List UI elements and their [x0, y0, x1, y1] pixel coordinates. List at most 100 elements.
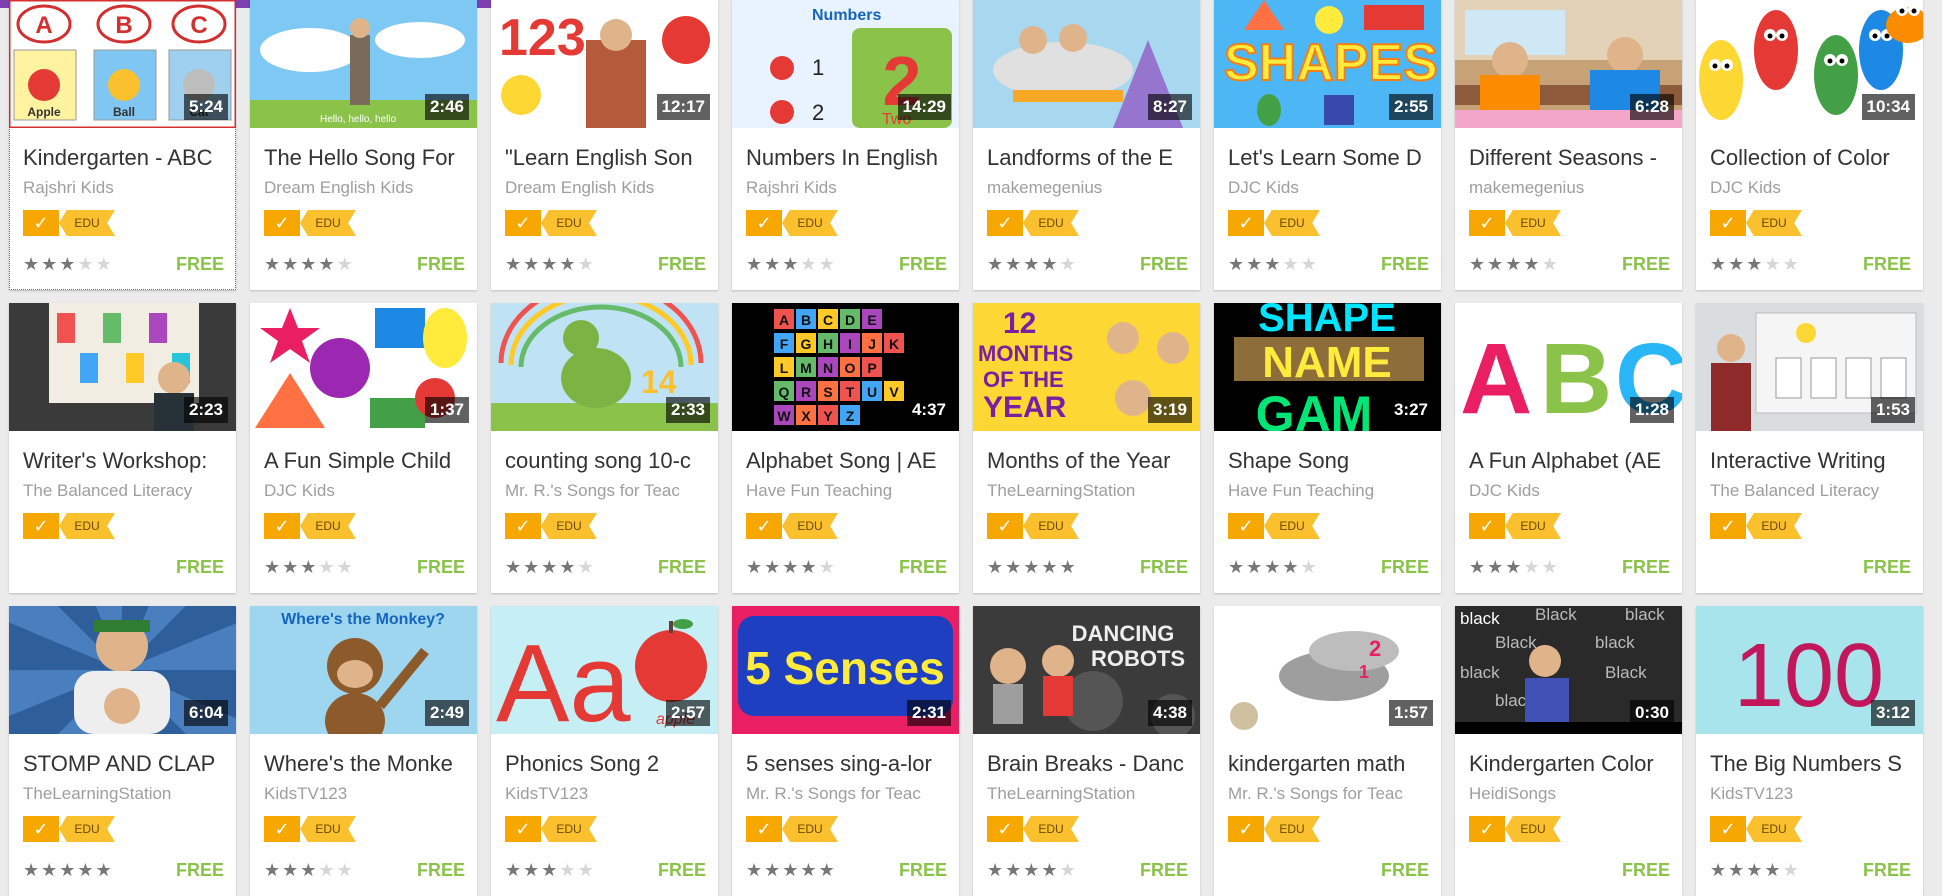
video-thumbnail[interactable]: AAppleBBallCCat 5:24: [9, 0, 236, 128]
video-title[interactable]: STOMP AND CLAP: [23, 750, 228, 778]
video-title[interactable]: Months of the Year: [987, 447, 1192, 475]
video-card[interactable]: 14 2:33 counting song 10-c Mr. R.'s Song…: [491, 303, 718, 593]
video-thumbnail[interactable]: SHAPE NAME GAM 3:27: [1214, 303, 1441, 431]
video-title[interactable]: "Learn English Son: [505, 144, 710, 172]
video-card[interactable]: Aaapple 2:57 Phonics Song 2 KidsTV123 ✓ …: [491, 606, 718, 896]
edu-label: EDU: [300, 210, 356, 236]
video-thumbnail[interactable]: 21 1:57: [1214, 606, 1441, 734]
video-card[interactable]: 100 3:12 The Big Numbers S KidsTV123 ✓ E…: [1696, 606, 1923, 896]
video-card[interactable]: 6:28 Different Seasons - makemegenius ✓ …: [1455, 0, 1682, 290]
video-card[interactable]: 2:23 Writer's Workshop: The Balanced Lit…: [9, 303, 236, 593]
channel-name[interactable]: makemegenius: [987, 177, 1192, 199]
video-card[interactable]: 12 MONTHS OF THE YEAR 3:19 Months of the Ye…: [973, 303, 1200, 593]
video-thumbnail[interactable]: 6:28: [1455, 0, 1682, 128]
video-title[interactable]: A Fun Alphabet (AE: [1469, 447, 1674, 475]
video-thumbnail[interactable]: 123 12:17: [491, 0, 718, 128]
video-card[interactable]: DANCING ROBOTS 4:38 Brain Breaks - Danc T…: [973, 606, 1200, 896]
video-title[interactable]: 5 senses sing-a-lor: [746, 750, 951, 778]
star-icon: ★: [1059, 254, 1078, 274]
video-thumbnail[interactable]: 5 Senses 2:31: [732, 606, 959, 734]
channel-name[interactable]: Mr. R.'s Songs for Teac: [1228, 783, 1433, 805]
channel-name[interactable]: KidsTV123: [264, 783, 469, 805]
video-title[interactable]: Interactive Writing: [1710, 447, 1915, 475]
video-thumbnail[interactable]: 8:27: [973, 0, 1200, 128]
video-title[interactable]: A Fun Simple Child: [264, 447, 469, 475]
video-card[interactable]: 10:34 Collection of Color DJC Kids ✓ EDU…: [1696, 0, 1923, 290]
video-thumbnail[interactable]: 6:04: [9, 606, 236, 734]
video-card[interactable]: SHAPE NAME GAM 3:27 Shape Song Have Fun Te…: [1214, 303, 1441, 593]
video-card[interactable]: 5 Senses 2:31 5 senses sing-a-lor Mr. R.…: [732, 606, 959, 896]
video-thumbnail[interactable]: DANCING ROBOTS 4:38: [973, 606, 1200, 734]
video-title[interactable]: Collection of Color: [1710, 144, 1915, 172]
video-title[interactable]: Different Seasons -: [1469, 144, 1674, 172]
video-title[interactable]: Let's Learn Some D: [1228, 144, 1433, 172]
video-thumbnail[interactable]: 1:53: [1696, 303, 1923, 431]
channel-name[interactable]: Dream English Kids: [505, 177, 710, 199]
video-thumbnail[interactable]: SHAPES 2:55: [1214, 0, 1441, 128]
video-thumbnail[interactable]: 12 MONTHS OF THE YEAR 3:19: [973, 303, 1200, 431]
video-title[interactable]: The Big Numbers S: [1710, 750, 1915, 778]
channel-name[interactable]: TheLearningStation: [23, 783, 228, 805]
video-card[interactable]: 21 1:57 kindergarten math Mr. R.'s Songs…: [1214, 606, 1441, 896]
channel-name[interactable]: Rajshri Kids: [746, 177, 951, 199]
video-title[interactable]: Kindergarten Color: [1469, 750, 1674, 778]
video-thumbnail[interactable]: 14 2:33: [491, 303, 718, 431]
video-title[interactable]: Writer's Workshop:: [23, 447, 228, 475]
video-card[interactable]: 6:04 STOMP AND CLAP TheLearningStation ✓…: [9, 606, 236, 896]
video-title[interactable]: The Hello Song For: [264, 144, 469, 172]
video-title[interactable]: Brain Breaks - Danc: [987, 750, 1192, 778]
video-title[interactable]: Phonics Song 2: [505, 750, 710, 778]
video-card[interactable]: 8:27 Landforms of the E makemegenius ✓ E…: [973, 0, 1200, 290]
channel-name[interactable]: Mr. R.'s Songs for Teac: [746, 783, 951, 805]
video-title[interactable]: Numbers In English: [746, 144, 951, 172]
channel-name[interactable]: Rajshri Kids: [23, 177, 228, 199]
channel-name[interactable]: KidsTV123: [1710, 783, 1915, 805]
channel-name[interactable]: Dream English Kids: [264, 177, 469, 199]
video-title[interactable]: Kindergarten - ABC: [23, 144, 228, 172]
video-thumbnail[interactable]: 100 3:12: [1696, 606, 1923, 734]
video-thumbnail[interactable]: ABCDE FGHIJK LMNOP QRSTUV WXYZ 4:37: [732, 303, 959, 431]
video-thumbnail[interactable]: ABC 1:28: [1455, 303, 1682, 431]
video-title[interactable]: Landforms of the E: [987, 144, 1192, 172]
video-card[interactable]: Numbers122Two 14:29 Numbers In English R…: [732, 0, 959, 290]
channel-name[interactable]: DJC Kids: [1710, 177, 1915, 199]
video-thumbnail[interactable]: 2:23: [9, 303, 236, 431]
channel-name[interactable]: The Balanced Literacy: [23, 480, 228, 502]
video-card[interactable]: ABC 1:28 A Fun Alphabet (AE DJC Kids ✓ E…: [1455, 303, 1682, 593]
video-title[interactable]: Where's the Monke: [264, 750, 469, 778]
channel-name[interactable]: Mr. R.'s Songs for Teac: [505, 480, 710, 502]
video-title[interactable]: counting song 10-c: [505, 447, 710, 475]
video-card[interactable]: 1:37 A Fun Simple Child DJC Kids ✓ EDU ★…: [250, 303, 477, 593]
channel-name[interactable]: Have Fun Teaching: [746, 480, 951, 502]
channel-name[interactable]: Have Fun Teaching: [1228, 480, 1433, 502]
channel-name[interactable]: HeidiSongs: [1469, 783, 1674, 805]
video-thumbnail[interactable]: 10:34: [1696, 0, 1923, 128]
video-card[interactable]: Where's the Monkey? 2:49 Where's the Mon…: [250, 606, 477, 896]
video-thumbnail[interactable]: Hello, hello, hello 2:46: [250, 0, 477, 128]
video-card[interactable]: 123 12:17 "Learn English Son Dream Engli…: [491, 0, 718, 290]
video-card[interactable]: 1:53 Interactive Writing The Balanced Li…: [1696, 303, 1923, 593]
video-title[interactable]: kindergarten math: [1228, 750, 1433, 778]
channel-name[interactable]: KidsTV123: [505, 783, 710, 805]
channel-name[interactable]: TheLearningStation: [987, 480, 1192, 502]
channel-name[interactable]: DJC Kids: [264, 480, 469, 502]
video-card[interactable]: Hello, hello, hello 2:46 The Hello Song …: [250, 0, 477, 290]
channel-name[interactable]: DJC Kids: [1469, 480, 1674, 502]
video-title[interactable]: Alphabet Song | AE: [746, 447, 951, 475]
video-thumbnail[interactable]: Numbers122Two 14:29: [732, 0, 959, 128]
video-card[interactable]: ABCDE FGHIJK LMNOP QRSTUV WXYZ 4:37 Alphabet…: [732, 303, 959, 593]
channel-name[interactable]: DJC Kids: [1228, 177, 1433, 199]
video-card[interactable]: AAppleBBallCCat 5:24 Kindergarten - ABC …: [9, 0, 236, 290]
video-title[interactable]: Shape Song: [1228, 447, 1433, 475]
video-card[interactable]: black Black black Black black black Black black…: [1455, 606, 1682, 896]
channel-name[interactable]: TheLearningStation: [987, 783, 1192, 805]
video-thumbnail[interactable]: Aaapple 2:57: [491, 606, 718, 734]
video-card[interactable]: SHAPES 2:55 Let's Learn Some D DJC Kids …: [1214, 0, 1441, 290]
video-thumbnail[interactable]: black Black black Black black black Black black…: [1455, 606, 1682, 734]
video-thumbnail[interactable]: 1:37: [250, 303, 477, 431]
edu-label: EDU: [541, 210, 597, 236]
video-thumbnail[interactable]: Where's the Monkey? 2:49: [250, 606, 477, 734]
channel-name[interactable]: makemegenius: [1469, 177, 1674, 199]
channel-name[interactable]: The Balanced Literacy: [1710, 480, 1915, 502]
svg-text:ROBOTS: ROBOTS: [1091, 646, 1185, 671]
